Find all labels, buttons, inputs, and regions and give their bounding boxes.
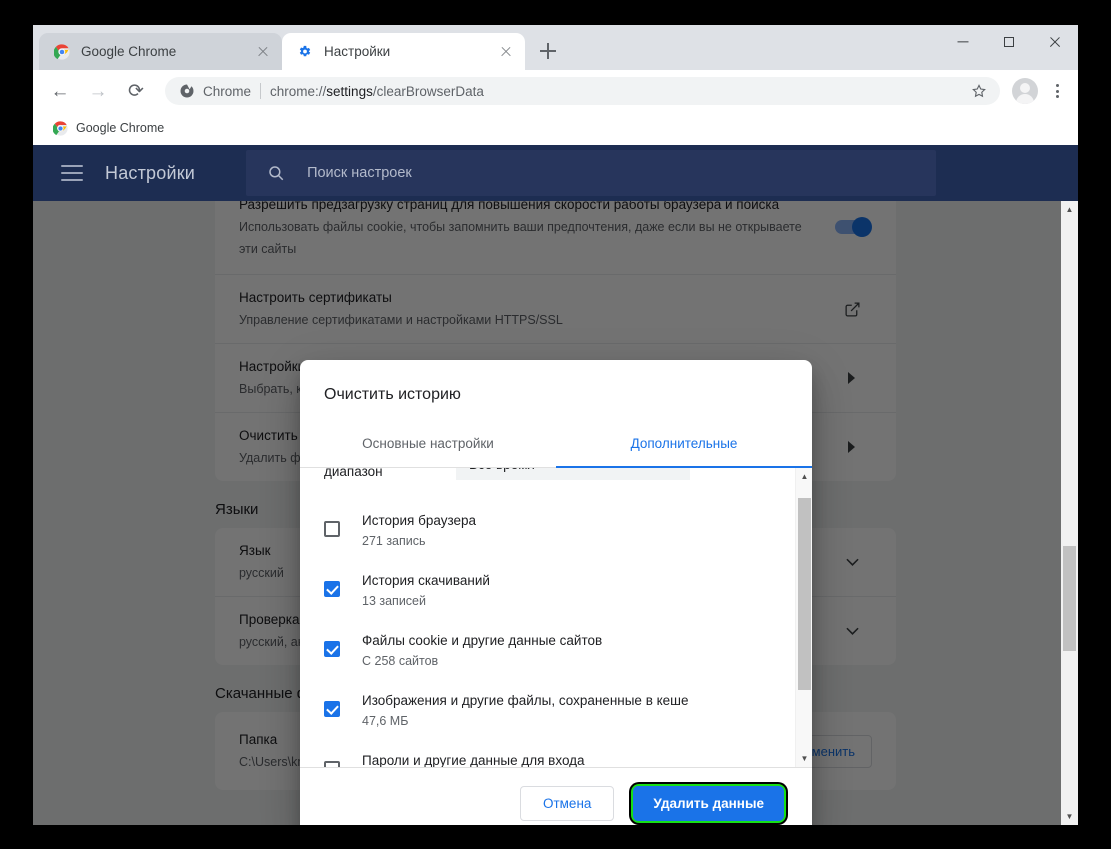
bookmarks-bar: Google Chrome bbox=[33, 112, 1078, 145]
data-type-list: История браузера 271 запись История скач… bbox=[300, 487, 795, 767]
bookmark-google-chrome[interactable]: Google Chrome bbox=[45, 117, 171, 139]
time-range-row: Временной диапазон Все время bbox=[300, 468, 795, 487]
dialog-scrollbar[interactable]: ▲ ▼ bbox=[795, 468, 812, 767]
list-item[interactable]: История браузера 271 запись bbox=[300, 501, 795, 561]
browser-toolbar: ← → ⟳ Chrome chrome://settings/clearBrow… bbox=[33, 70, 1078, 112]
close-icon[interactable] bbox=[497, 43, 515, 61]
clear-browsing-data-dialog: Очистить историю Основные настройки Допо… bbox=[300, 360, 812, 825]
checkbox-browsing-history[interactable] bbox=[324, 521, 340, 537]
dialog-scroll-content: Временной диапазон Все время bbox=[300, 468, 795, 767]
tab-strip: Google Chrome Настройки bbox=[33, 25, 1078, 70]
back-button[interactable]: ← bbox=[45, 76, 75, 106]
item-description: С 258 сайтов bbox=[362, 654, 439, 668]
window-controls bbox=[940, 25, 1078, 59]
omnibox-url-suffix: /clearBrowserData bbox=[372, 83, 484, 99]
new-tab-button[interactable] bbox=[533, 36, 563, 66]
time-range-select[interactable]: Все время bbox=[456, 468, 690, 480]
list-item[interactable]: Файлы cookie и другие данные сайтов С 25… bbox=[300, 621, 795, 681]
address-bar[interactable]: Chrome chrome://settings/clearBrowserDat… bbox=[165, 77, 1000, 105]
omnibox-url-prefix: chrome:// bbox=[270, 83, 327, 99]
checkbox-passwords[interactable] bbox=[324, 761, 340, 767]
time-range-value: Все время bbox=[469, 468, 535, 472]
omnibox-scheme-label: Chrome bbox=[203, 83, 252, 99]
cancel-button[interactable]: Отмена bbox=[519, 786, 615, 821]
tab-settings[interactable]: Настройки bbox=[282, 33, 525, 70]
dialog-scroll-viewport: Временной диапазон Все время bbox=[300, 468, 795, 767]
chrome-shield-icon bbox=[179, 84, 194, 99]
checkbox-download-history[interactable] bbox=[324, 581, 340, 597]
toolbar-right bbox=[1004, 78, 1070, 104]
checkbox-cached-images[interactable] bbox=[324, 701, 340, 717]
search-icon bbox=[266, 164, 285, 183]
tab-advanced[interactable]: Дополнительные bbox=[556, 420, 812, 468]
confirm-button-highlight: Удалить данные bbox=[629, 782, 788, 825]
checkbox-cookies[interactable] bbox=[324, 641, 340, 657]
tab-label: Дополнительные bbox=[630, 436, 738, 451]
scroll-down-arrow[interactable]: ▼ bbox=[796, 750, 812, 767]
screen: Google Chrome Настройки ← → ⟳ Chrome chr… bbox=[0, 0, 1111, 849]
item-description: 47,6 МБ bbox=[362, 714, 409, 728]
tab-basic[interactable]: Основные настройки bbox=[300, 420, 556, 467]
avatar[interactable] bbox=[1012, 78, 1038, 104]
search-input[interactable] bbox=[307, 165, 877, 181]
maximize-button[interactable] bbox=[986, 25, 1032, 59]
scroll-up-arrow[interactable]: ▲ bbox=[796, 468, 812, 485]
list-item[interactable]: Изображения и другие файлы, сохраненные … bbox=[300, 681, 795, 741]
list-item[interactable]: История скачиваний 13 записей bbox=[300, 561, 795, 621]
scroll-down-arrow[interactable]: ▼ bbox=[1061, 808, 1078, 825]
settings-header: Настройки bbox=[33, 145, 1078, 201]
gear-icon bbox=[296, 43, 313, 60]
tab-title: Настройки bbox=[324, 44, 391, 59]
bookmark-star-icon[interactable] bbox=[966, 78, 992, 104]
tab-google-chrome[interactable]: Google Chrome bbox=[39, 33, 282, 70]
reload-button[interactable]: ⟳ bbox=[121, 76, 151, 106]
item-label: История скачиваний bbox=[362, 573, 490, 588]
dialog-footer: Отмена Удалить данные bbox=[300, 767, 812, 825]
browser-window: Google Chrome Настройки ← → ⟳ Chrome chr… bbox=[33, 25, 1078, 825]
search-box[interactable] bbox=[246, 150, 937, 196]
time-range-label: Временной диапазон bbox=[324, 468, 383, 479]
chrome-icon bbox=[52, 120, 68, 136]
item-description: 271 запись bbox=[362, 534, 426, 548]
page-scrollbar[interactable]: ▲ ▼ bbox=[1061, 201, 1078, 825]
item-label: История браузера bbox=[362, 513, 477, 528]
page-title: Настройки bbox=[105, 162, 196, 183]
item-label: Пароли и другие данные для входа bbox=[362, 753, 585, 767]
delete-data-button[interactable]: Удалить данные bbox=[633, 786, 784, 821]
dialog-tabs: Основные настройки Дополнительные bbox=[300, 420, 812, 468]
chrome-menu-icon[interactable] bbox=[1044, 78, 1070, 104]
item-label: Изображения и другие файлы, сохраненные … bbox=[362, 693, 689, 708]
chrome-icon bbox=[53, 43, 70, 60]
close-window-button[interactable] bbox=[1032, 25, 1078, 59]
hamburger-menu-icon[interactable] bbox=[61, 165, 83, 181]
settings-page: Настройки Раз bbox=[33, 145, 1078, 825]
omnibox-divider bbox=[260, 83, 262, 99]
dialog-body: Временной диапазон Все время bbox=[300, 468, 812, 767]
tab-title: Google Chrome bbox=[81, 44, 177, 59]
item-label: Файлы cookie и другие данные сайтов bbox=[362, 633, 603, 648]
list-item[interactable]: Пароли и другие данные для входа 290 пар… bbox=[300, 741, 795, 767]
tab-label: Основные настройки bbox=[362, 436, 494, 451]
omnibox-url-bold: settings bbox=[326, 83, 373, 99]
omnibox-url: chrome://settings/clearBrowserData bbox=[270, 84, 966, 99]
dialog-scrollbar-thumb[interactable] bbox=[798, 498, 811, 690]
close-icon[interactable] bbox=[254, 43, 272, 61]
forward-button[interactable]: → bbox=[83, 76, 113, 106]
scroll-up-arrow[interactable]: ▲ bbox=[1061, 201, 1078, 218]
dialog-title: Очистить историю bbox=[324, 386, 461, 403]
page-scrollbar-thumb[interactable] bbox=[1063, 546, 1076, 651]
item-description: 13 записей bbox=[362, 594, 426, 608]
bookmark-label: Google Chrome bbox=[76, 121, 165, 135]
minimize-button[interactable] bbox=[940, 25, 986, 59]
